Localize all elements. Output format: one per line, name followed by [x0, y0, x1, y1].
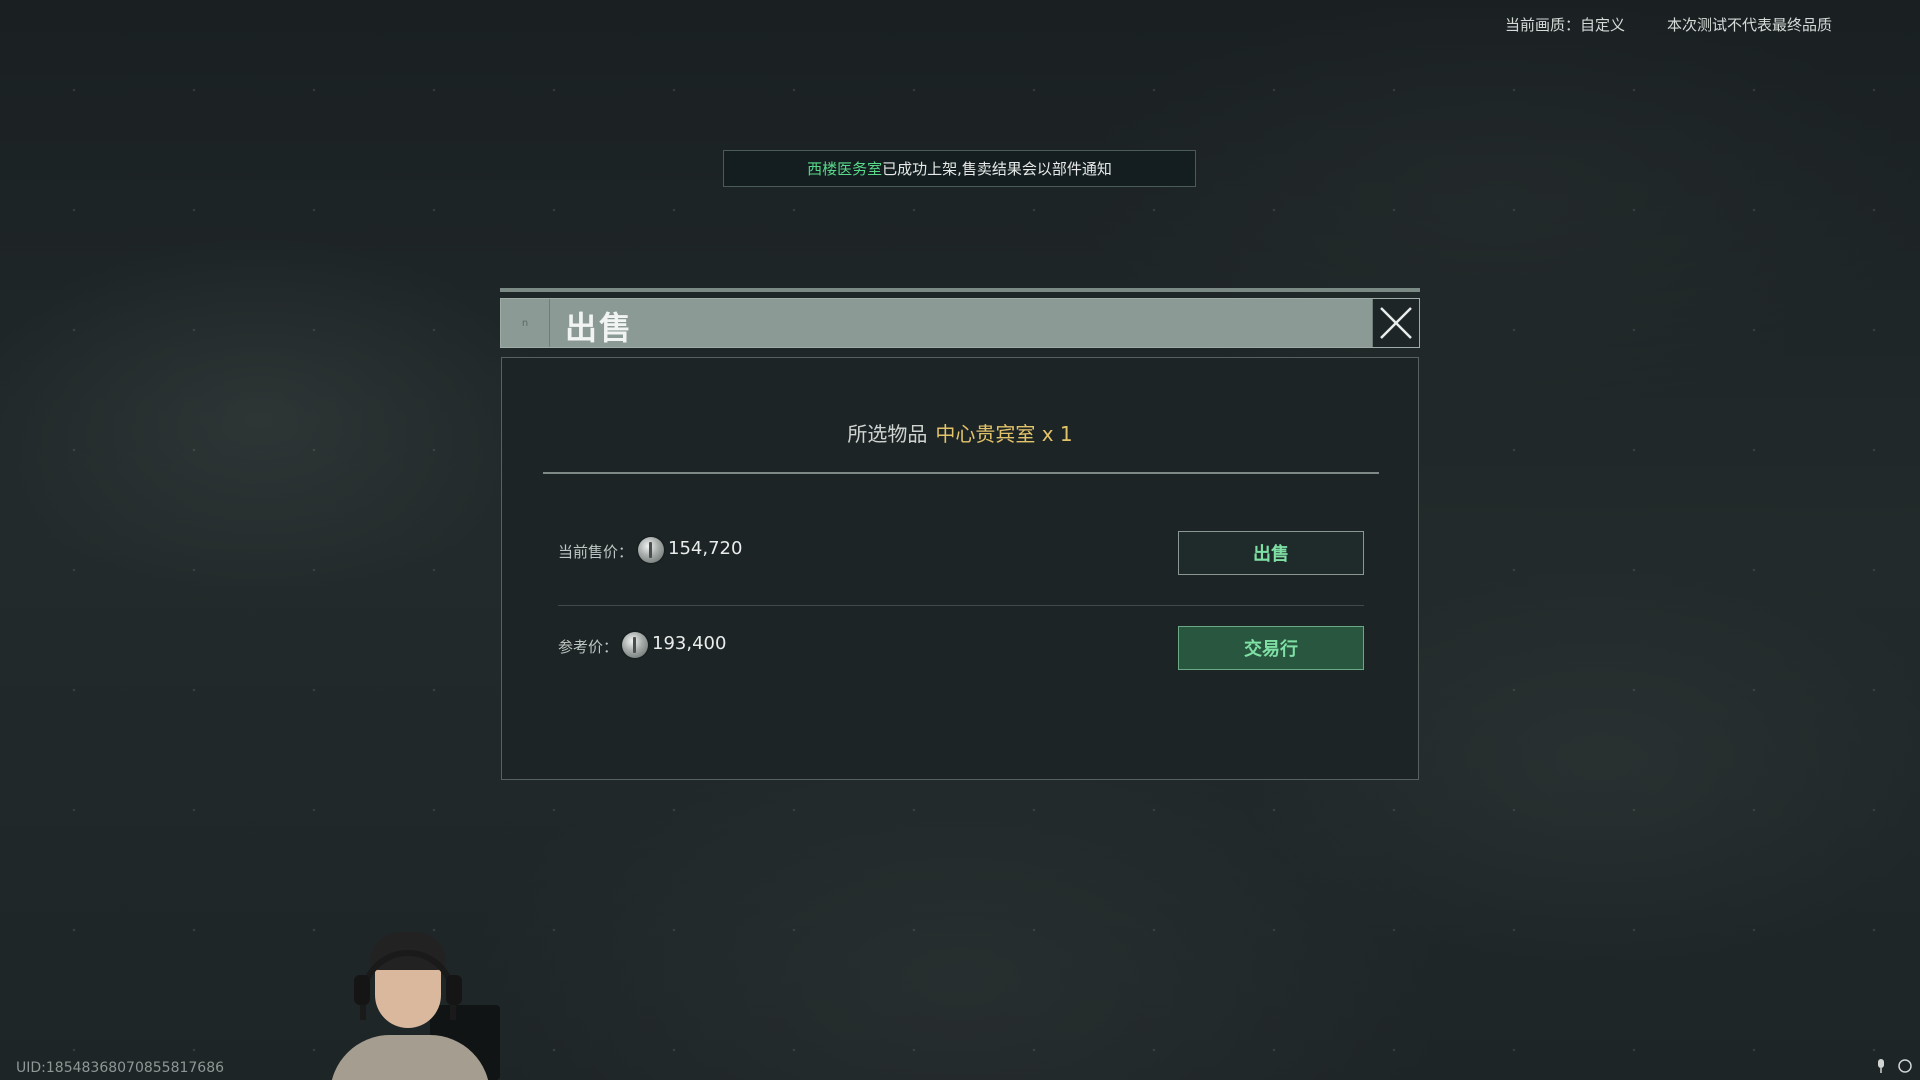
coin-icon	[622, 632, 648, 658]
coin-icon	[638, 537, 664, 563]
selected-item-name: 中心贵宾室 x 1	[935, 422, 1073, 446]
refresh-icon[interactable]	[1896, 1058, 1914, 1076]
webcam-overlay	[330, 930, 500, 1080]
close-button[interactable]	[1372, 299, 1419, 347]
corner-mark-text: n	[521, 317, 529, 329]
header-corner-mark: n	[501, 299, 550, 347]
toast-item-name: 西楼医务室	[807, 160, 883, 178]
microphone-icon[interactable]	[1872, 1058, 1890, 1076]
dialog-title: 出售	[565, 309, 634, 347]
player-uid: UID:185483680708558176​86	[16, 1060, 225, 1076]
top-info-bar: 当前画质：自定义 本次测试不代表最终品质	[1505, 14, 1832, 35]
market-button[interactable]: 交易行	[1178, 626, 1364, 670]
close-icon	[1380, 307, 1412, 339]
selected-item-line: 所选物品 中心贵宾室 x 1	[502, 418, 1418, 447]
dialog-top-border	[500, 288, 1420, 292]
selected-item-label: 所选物品	[847, 422, 928, 446]
corner-icons	[1872, 1058, 1914, 1076]
current-price-row: 当前售价： 154,720 出售	[558, 531, 1364, 575]
test-disclaimer-text: 本次测试不代表最终品质	[1666, 16, 1832, 34]
listing-success-toast: 西楼医务室 已成功上架,售卖结果会以部件通知	[723, 150, 1196, 187]
reference-price-value: 193,400	[652, 633, 727, 654]
reference-price-row: 参考价： 193,400 交易行	[558, 626, 1364, 670]
current-price-value: 154,720	[668, 538, 743, 559]
reference-price-label: 参考价：	[558, 638, 619, 656]
quality-setting-text: 当前画质：自定义	[1504, 16, 1625, 34]
headset-right-ear	[446, 975, 462, 1005]
headset-left-ear	[354, 975, 370, 1005]
item-divider	[543, 472, 1379, 474]
sell-dialog-body: 所选物品 中心贵宾室 x 1 当前售价： 154,720 出售 参考价： 193,…	[501, 357, 1419, 780]
price-row-divider	[558, 605, 1364, 606]
toast-message: 已成功上架,售卖结果会以部件通知	[882, 160, 1112, 178]
sell-button[interactable]: 出售	[1178, 531, 1364, 575]
current-price-label: 当前售价：	[558, 543, 634, 561]
sell-dialog-header: n 出售	[500, 298, 1420, 348]
